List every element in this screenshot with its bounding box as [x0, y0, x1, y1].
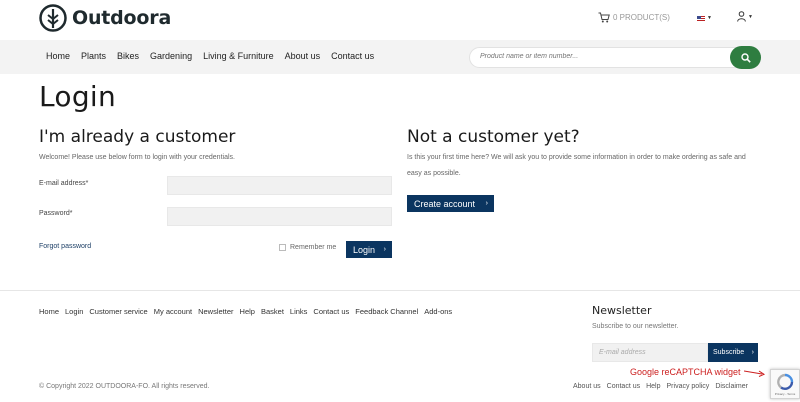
- footer-link-login[interactable]: Login: [65, 307, 83, 316]
- arrow-right-icon: [743, 370, 765, 377]
- main-navigation-bar: Home Plants Bikes Gardening Living & Fur…: [0, 40, 800, 74]
- footer-link-add-ons[interactable]: Add-ons: [424, 307, 452, 316]
- cart-count-label: 0 PRODUCT(S): [613, 13, 670, 22]
- footer-link-basket[interactable]: Basket: [261, 307, 284, 316]
- search-bar: [469, 46, 761, 69]
- account-menu[interactable]: ▼: [737, 11, 753, 22]
- chevron-down-icon: ▼: [748, 13, 753, 20]
- logo-mark-icon: [39, 4, 67, 32]
- chevron-right-icon: ›: [485, 200, 488, 207]
- register-heading: Not a customer yet?: [407, 127, 580, 147]
- remember-me-label: Remember me: [290, 244, 337, 251]
- main-nav: Home Plants Bikes Gardening Living & Fur…: [46, 51, 385, 61]
- login-heading: I'm already a customer: [39, 127, 236, 147]
- copyright-text: © Copyright 2022 OUTDOORA-FO. All rights…: [39, 383, 210, 390]
- subscribe-button[interactable]: Subscribe ›: [708, 343, 758, 362]
- checkbox-icon: [279, 244, 286, 251]
- legal-links: About us Contact us Help Privacy policy …: [573, 383, 754, 390]
- recaptcha-annotation-label: Google reCAPTCHA widget: [630, 367, 741, 377]
- recaptcha-annotation: Google reCAPTCHA widget: [630, 367, 766, 377]
- remember-me-checkbox[interactable]: Remember me: [279, 244, 336, 251]
- user-icon: [737, 11, 746, 22]
- footer-link-help[interactable]: Help: [240, 307, 255, 316]
- footer-link-feedback-channel[interactable]: Feedback Channel: [355, 307, 418, 316]
- recaptcha-widget[interactable]: Privacy - Terms: [770, 369, 800, 399]
- nav-item-plants[interactable]: Plants: [81, 51, 106, 61]
- footer-link-customer-service[interactable]: Customer service: [89, 307, 147, 316]
- newsletter-title: Newsletter: [592, 304, 652, 317]
- nav-item-gardening[interactable]: Gardening: [150, 51, 192, 61]
- bottom-link-help[interactable]: Help: [646, 383, 660, 390]
- password-field[interactable]: [167, 207, 392, 226]
- search-button[interactable]: [730, 46, 761, 69]
- brand-name: Outdoora: [72, 7, 172, 29]
- footer-link-home[interactable]: Home: [39, 307, 59, 316]
- us-flag-icon: [697, 15, 705, 21]
- footer-link-my-account[interactable]: My account: [154, 307, 192, 316]
- language-selector[interactable]: ▼: [697, 15, 712, 21]
- chevron-right-icon: ›: [751, 349, 754, 356]
- nav-item-contact-us[interactable]: Contact us: [331, 51, 374, 61]
- bottom-link-about-us[interactable]: About us: [573, 383, 601, 390]
- nav-item-home[interactable]: Home: [46, 51, 70, 61]
- nav-item-living-furniture[interactable]: Living & Furniture: [203, 51, 274, 61]
- email-field[interactable]: [167, 176, 392, 195]
- page-title: Login: [39, 80, 117, 113]
- bottom-link-disclaimer[interactable]: Disclaimer: [715, 383, 748, 390]
- forgot-password-link[interactable]: Forgot password: [39, 243, 91, 250]
- create-account-button[interactable]: Create account ›: [407, 195, 494, 212]
- nav-item-bikes[interactable]: Bikes: [117, 51, 139, 61]
- footer-links: Home Login Customer service My account N…: [39, 307, 458, 316]
- search-icon: [740, 52, 751, 63]
- brand-logo[interactable]: Outdoora: [39, 4, 171, 32]
- footer-divider: [0, 290, 800, 291]
- cart-icon: [598, 12, 610, 23]
- newsletter-email-input[interactable]: E-mail address: [592, 343, 708, 362]
- top-header: Outdoora 0 PRODUCT(S) ▼ ▼: [0, 0, 800, 40]
- bottom-link-contact-us[interactable]: Contact us: [607, 383, 640, 390]
- login-button[interactable]: Login ›: [346, 241, 392, 258]
- newsletter-subtitle: Subscribe to our newsletter.: [592, 323, 679, 330]
- recaptcha-terms[interactable]: Privacy - Terms: [775, 392, 796, 396]
- bottom-link-privacy-policy[interactable]: Privacy policy: [667, 383, 710, 390]
- register-intro: Is this your first time here? We will as…: [407, 154, 746, 177]
- subscribe-label: Subscribe: [713, 349, 745, 356]
- footer-link-links[interactable]: Links: [290, 307, 308, 316]
- recaptcha-logo-icon: [777, 373, 794, 390]
- create-account-label: Create account: [414, 198, 476, 209]
- chevron-down-icon: ▼: [707, 15, 712, 21]
- nav-item-about-us[interactable]: About us: [285, 51, 321, 61]
- chevron-right-icon: ›: [383, 246, 386, 253]
- search-input[interactable]: [480, 53, 710, 60]
- cart-button[interactable]: 0 PRODUCT(S): [598, 12, 670, 23]
- footer-link-newsletter[interactable]: Newsletter: [198, 307, 233, 316]
- footer-link-contact-us[interactable]: Contact us: [313, 307, 349, 316]
- login-button-label: Login: [353, 244, 376, 255]
- email-label: E-mail address*: [39, 180, 89, 187]
- password-label: Password*: [39, 210, 73, 217]
- login-intro: Welcome! Please use below form to login …: [39, 154, 235, 161]
